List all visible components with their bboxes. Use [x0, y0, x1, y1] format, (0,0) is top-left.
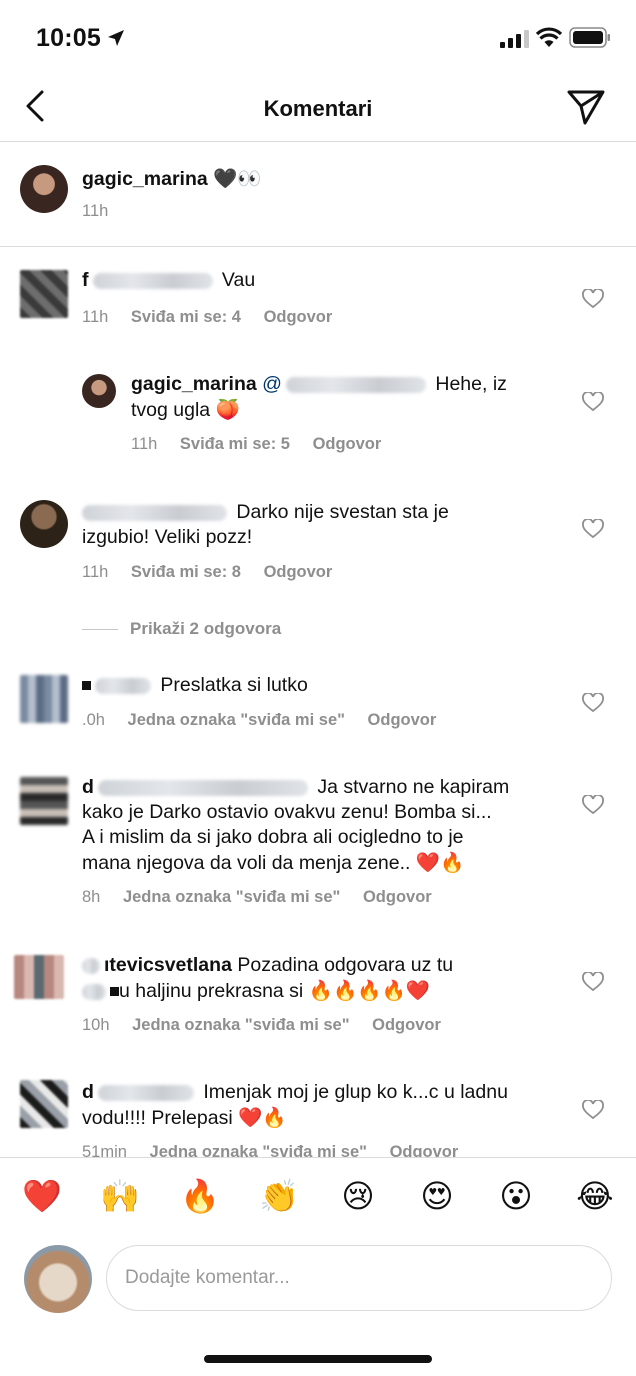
red-heart-reaction[interactable]: ❤️ — [22, 1176, 62, 1216]
reply-time: 11h — [131, 435, 158, 453]
comment-text-line-2: kako je Darko ostavio ovakvu zenu! Bomba… — [82, 801, 492, 823]
comment-time: 8h — [82, 888, 101, 906]
comment-username[interactable]: ıtevicsvetlana — [104, 954, 232, 976]
comment-text: Vau — [221, 269, 256, 291]
avatar[interactable] — [20, 675, 68, 723]
cellular-signal-icon — [500, 30, 529, 48]
comment-likes[interactable]: Jedna oznaka "sviđa mi se" — [132, 1016, 349, 1034]
comment-text-line-1: Ja stvarno ne kapiram — [317, 776, 510, 798]
avatar[interactable] — [20, 1080, 68, 1128]
heart-icon[interactable] — [582, 519, 604, 539]
reply-button[interactable]: Odgovor — [313, 435, 382, 453]
comment-likes[interactable]: Jedna oznaka "sviđa mi se" — [128, 711, 345, 729]
redacted-username — [82, 504, 227, 521]
comment-time: 11h — [82, 563, 109, 581]
comment-text-line-2: vodu!!!! Prelepasi — [82, 1107, 233, 1129]
current-user-avatar — [24, 1245, 92, 1313]
comment-username[interactable]: d — [82, 776, 94, 798]
reply-button[interactable]: Odgovor — [363, 888, 432, 906]
location-arrow-icon — [108, 30, 124, 46]
comment-username[interactable]: f — [82, 269, 89, 291]
heart-eyes-reaction[interactable]: 😍 — [417, 1176, 457, 1216]
heart-icon[interactable] — [582, 693, 604, 713]
redacted-username — [92, 272, 213, 289]
post-caption: gagic_marina 🖤👀 11h — [0, 142, 636, 247]
redacted-username — [82, 957, 100, 974]
avatar[interactable] — [20, 270, 68, 318]
avatar[interactable] — [20, 165, 68, 213]
crying-face-reaction[interactable]: 😢 — [338, 1176, 378, 1216]
comment-emoji: 🔥🔥🔥🔥❤️ — [308, 979, 431, 1002]
comment-text: Preslatka si lutko — [160, 674, 308, 696]
comment-text-line-3: A i mislim da si jako dobra ali ocigledn… — [82, 826, 464, 848]
comment-input[interactable] — [106, 1245, 612, 1311]
reply-username[interactable]: gagic_marina — [131, 373, 257, 395]
navigation-bar: Komentari — [0, 72, 636, 142]
redacted-username — [97, 779, 308, 796]
heart-icon[interactable] — [582, 392, 604, 412]
clapping-hands-reaction[interactable]: 👏 — [259, 1176, 299, 1216]
raising-hands-reaction[interactable]: 🙌 — [100, 1176, 140, 1216]
reply-button[interactable]: Odgovor — [390, 1143, 459, 1157]
comment-likes[interactable]: Jedna oznaka "sviđa mi se" — [123, 888, 340, 906]
comment-time: .0h — [82, 711, 105, 729]
redacted-username — [95, 677, 151, 694]
fire-reaction[interactable]: 🔥 — [180, 1176, 220, 1216]
reply-text-line-1: Hehe, iz — [435, 373, 507, 395]
comment-emoji: ❤️🔥 — [415, 851, 465, 874]
reply-button[interactable]: Odgovor — [264, 308, 333, 326]
reply-mention[interactable]: @ — [262, 373, 282, 395]
comment-likes[interactable]: Sviđa mi se: 4 — [131, 308, 241, 326]
caption-time: 11h — [82, 202, 109, 220]
reply-emoji: 🍑 — [215, 398, 240, 421]
avatar[interactable] — [14, 955, 64, 999]
comment-time: 10h — [82, 1016, 110, 1034]
redaction-mark — [82, 681, 91, 691]
comment-emoji: ❤️🔥 — [238, 1106, 287, 1129]
caption-username[interactable]: gagic_marina — [82, 168, 208, 190]
page-title: Komentari — [263, 96, 373, 121]
redacted-username — [285, 376, 426, 393]
avatar[interactable] — [82, 374, 116, 408]
battery-icon — [569, 27, 610, 48]
reply-button[interactable]: Odgovor — [372, 1016, 441, 1034]
quick-reaction-bar: ❤️ 🙌 🔥 👏 😢 😍 😮 😂 — [0, 1157, 636, 1237]
comment-text-line-2: u haljinu prekrasna si — [119, 980, 304, 1002]
reply-button[interactable]: Odgovor — [264, 563, 333, 581]
reply-likes[interactable]: Sviđa mi se: 5 — [180, 435, 290, 453]
direct-send-icon[interactable] — [566, 88, 606, 126]
tears-of-joy-reaction[interactable]: 😂 — [575, 1176, 615, 1216]
comment-text-line-1: Darko nije svestan sta je — [236, 501, 449, 523]
comment-time: 11h — [82, 308, 109, 326]
wifi-icon — [536, 27, 562, 47]
comment-likes[interactable]: Jedna oznaka "sviđa mi se" — [150, 1143, 367, 1157]
comment-time: 51min — [82, 1143, 127, 1157]
redaction-mark — [110, 987, 119, 997]
heart-icon[interactable] — [582, 972, 604, 992]
heart-icon[interactable] — [582, 289, 604, 309]
heart-icon[interactable] — [582, 795, 604, 815]
redacted-username — [97, 1084, 194, 1101]
surprised-face-reaction[interactable]: 😮 — [496, 1176, 536, 1216]
redacted-text — [82, 983, 106, 1000]
comment-likes[interactable]: Sviđa mi se: 8 — [131, 563, 241, 581]
comment: d Imenjak moj je glup ko k...c u ladnu v… — [0, 1060, 636, 1157]
comment-text-line-1: Imenjak moj je glup ko k...c u ladnu — [203, 1081, 508, 1103]
caption-emoji: 🖤👀 — [213, 167, 262, 190]
heart-icon[interactable] — [582, 1100, 604, 1120]
comment-text-line-2: izgubio! Veliki pozz! — [82, 526, 253, 548]
comment-username[interactable]: d — [82, 1081, 94, 1103]
reply-button[interactable]: Odgovor — [368, 711, 437, 729]
status-time: 10:05 — [36, 24, 101, 52]
status-bar: 10:05 — [0, 0, 636, 72]
comment-text-line-1: Pozadina odgovara uz tu — [237, 954, 454, 976]
show-replies-button[interactable]: Prikaži 2 odgovora — [82, 619, 281, 639]
avatar[interactable] — [20, 500, 68, 548]
comment-text-line-4: mana njegova da voli da menja zene.. — [82, 852, 411, 874]
home-indicator — [204, 1355, 432, 1363]
reply-text-line-2: tvog ugla — [131, 399, 211, 421]
avatar[interactable] — [20, 777, 68, 825]
